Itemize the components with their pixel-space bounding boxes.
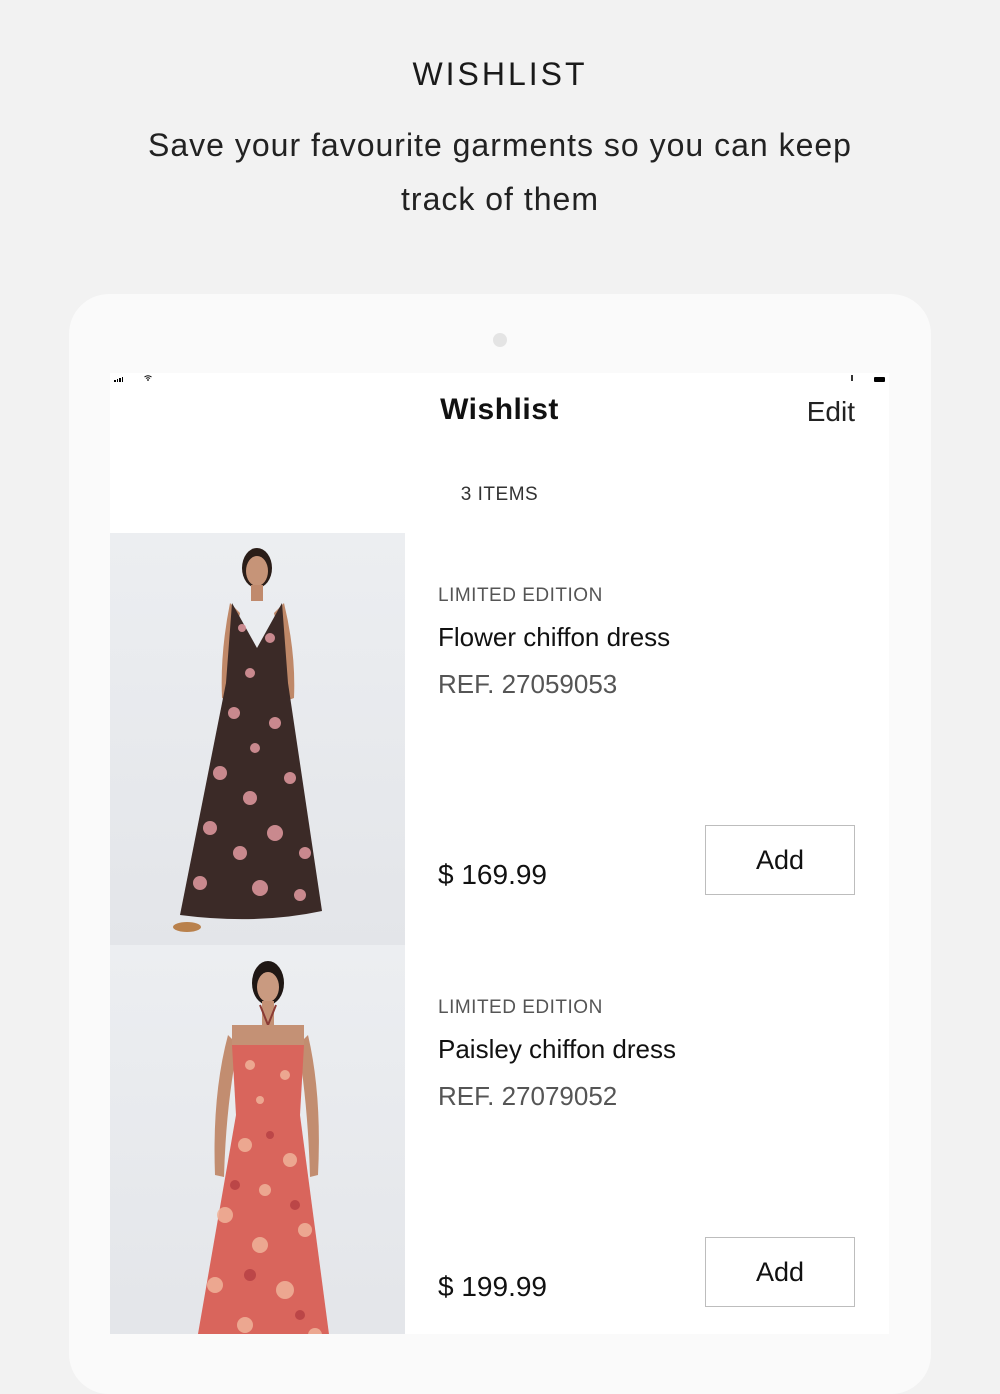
battery-icon [874, 377, 885, 382]
product-image[interactable] [110, 533, 405, 945]
add-to-bag-button[interactable]: Add [705, 1237, 855, 1307]
product-price: $ 169.99 [438, 859, 547, 890]
product-card[interactable]: LIMITED EDITION Paisley chiffon dress RE… [110, 945, 889, 1334]
wifi-icon [144, 375, 152, 381]
bluetooth-icon [851, 375, 853, 381]
product-name[interactable]: Flower chiffon dress [438, 622, 670, 653]
product-info: LIMITED EDITION Paisley chiffon dress RE… [438, 945, 858, 1334]
model-flower-dress-photo-icon [173, 548, 322, 932]
product-info: LIMITED EDITION Flower chiffon dress REF… [438, 533, 858, 945]
app-screen: Wishlist Edit 3 ITEMS LIMITED EDITION Fl… [110, 373, 889, 1334]
promo-title: WISHLIST [412, 56, 588, 92]
product-name[interactable]: Paisley chiffon dress [438, 1034, 676, 1065]
limited-edition-badge: LIMITED EDITION [438, 997, 603, 1018]
product-price: $ 199.99 [438, 1271, 547, 1302]
product-ref: REF. 27079052 [438, 1081, 618, 1111]
items-count: 3 ITEMS [460, 484, 539, 505]
product-ref: REF. 27059053 [438, 669, 618, 699]
promo-subtitle: Save your favourite garments so you can … [148, 127, 852, 217]
camera-icon [493, 333, 507, 347]
limited-edition-badge: LIMITED EDITION [438, 585, 603, 606]
signal-icon [114, 376, 124, 382]
edit-button[interactable]: Edit [807, 396, 855, 428]
product-card[interactable]: LIMITED EDITION Flower chiffon dress REF… [110, 533, 889, 945]
product-image[interactable] [110, 945, 405, 1334]
model-paisley-dress-photo-icon [197, 961, 329, 1334]
product-list: LIMITED EDITION Flower chiffon dress REF… [110, 533, 889, 1334]
page-title: Wishlist [440, 393, 559, 426]
add-to-bag-button[interactable]: Add [705, 825, 855, 895]
status-bar [110, 373, 889, 387]
